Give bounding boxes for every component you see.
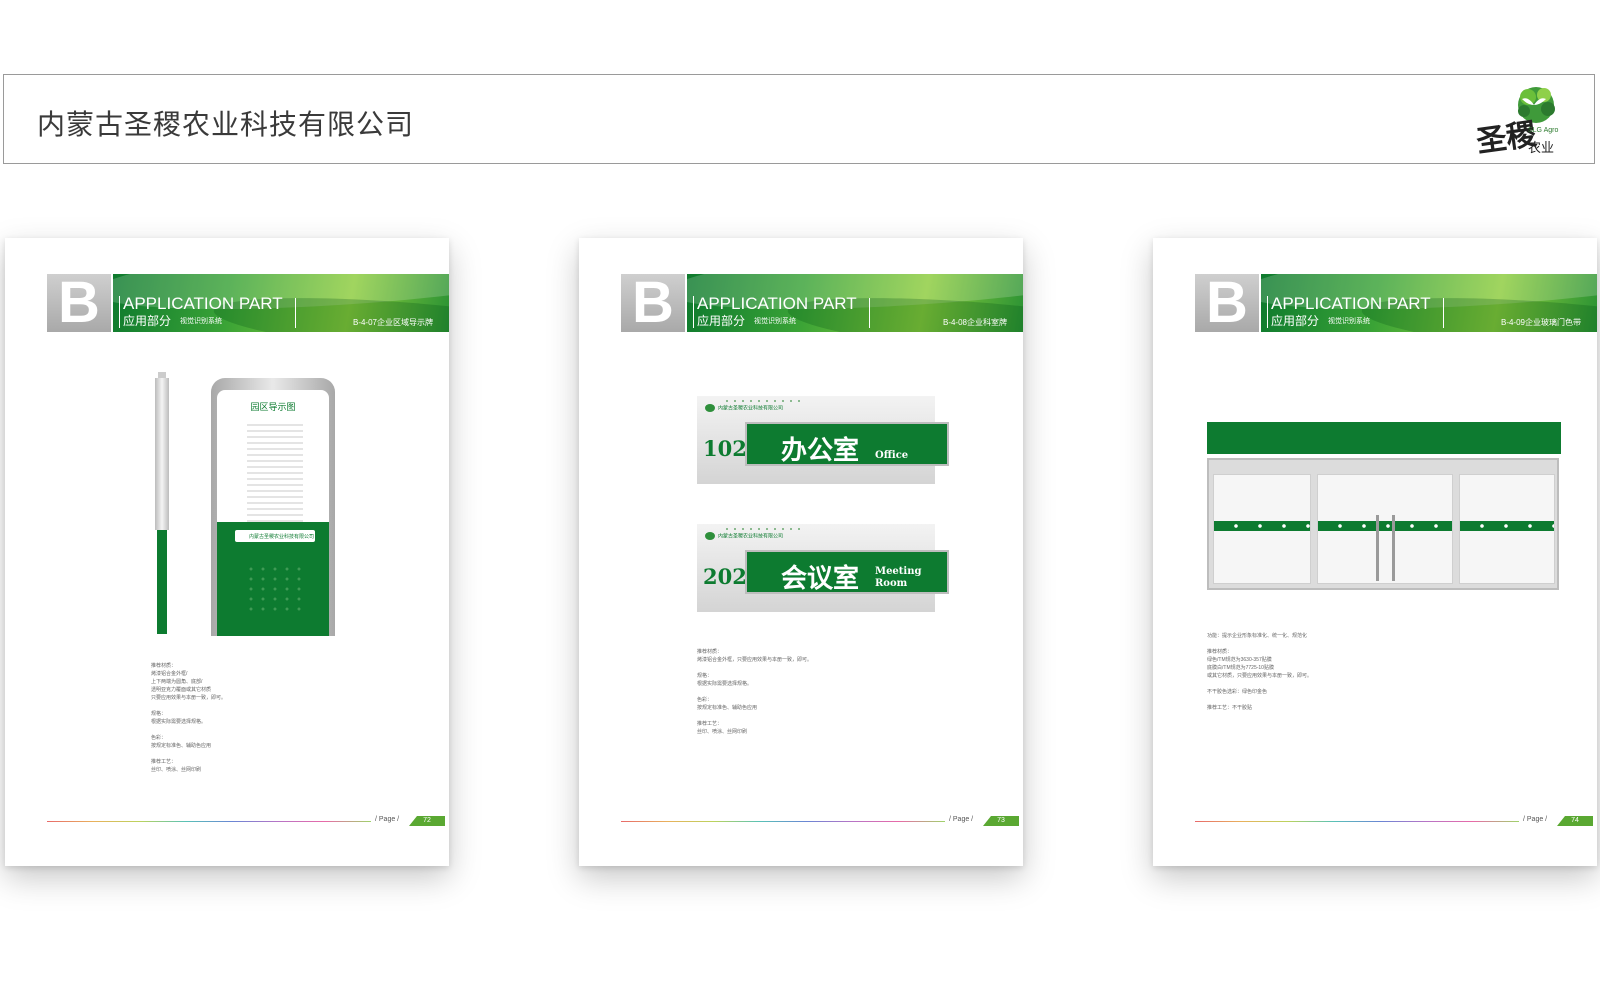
glass-door-illustration (1207, 458, 1559, 590)
room-sign-office: 内蒙古圣稷农业科技有限公司 102 办公室 Office (697, 396, 949, 484)
page-label: / Page / (375, 816, 400, 823)
page-number: 74 (1557, 816, 1593, 826)
page-label: / Page / (1523, 816, 1548, 823)
green-banner: APPLICATION PART 应用部分 视觉识别系统 B-4-08企业科室牌 (687, 274, 1023, 332)
manual-page-72: B APPLICATION PART 应用部分 视觉识别系统 B-4-07企业区… (5, 238, 449, 866)
page-header: B APPLICATION PART 应用部分 视觉识别系统 B-4-08企业科… (621, 274, 1023, 332)
vi-system-label: 视觉识别系统 (180, 318, 222, 325)
vi-system-label: 视觉识别系统 (754, 318, 796, 325)
section-code: B-4-07企业区域导示牌 (352, 318, 433, 327)
room-number: 102 (703, 436, 747, 461)
page-number: 72 (409, 816, 445, 826)
spec-notes: 推荐材质： 烤漆铝合金外框/ 上下两端为圆角、底部/ 透明亚克力覆面或其它材质 … (151, 663, 227, 773)
room-name-en: Office (875, 450, 909, 461)
sign-brand: 内蒙古圣稷农业科技有限公司 (705, 532, 783, 540)
board-brand-strip: 内蒙古圣稷农业科技有限公司 (235, 530, 315, 542)
sign-brand: 内蒙古圣稷农业科技有限公司 (705, 404, 783, 412)
logo-cn-text: 农业 (1528, 141, 1555, 156)
manual-page-73: B APPLICATION PART 应用部分 视觉识别系统 B-4-08企业科… (579, 238, 1023, 866)
logo-en-text: SLG Agro (1528, 127, 1559, 134)
company-name: 内蒙古圣稷农业科技有限公司 (37, 108, 415, 141)
page-label: / Page / (949, 816, 974, 823)
page-footer: / Page / 72 (47, 816, 445, 826)
glass-door-center (1317, 474, 1453, 584)
page-footer: / Page / 74 (1195, 816, 1593, 826)
green-banner: APPLICATION PART 应用部分 视觉识别系统 B-4-07企业区域导… (113, 274, 449, 332)
application-part-cn: 应用部分 (123, 314, 172, 328)
application-part-cn: 应用部分 (1271, 314, 1320, 328)
glass-panel-left (1213, 474, 1311, 584)
page-number: 73 (983, 816, 1019, 826)
section-badge: B (47, 274, 111, 332)
spec-notes: 推荐材质： 烤漆铝合金外框，只要应用效果与本册一致，即可。 规格： 根据实际需要… (697, 649, 813, 735)
green-banner: APPLICATION PART 应用部分 视觉识别系统 B-4-09企业玻璃门… (1261, 274, 1597, 332)
company-logo: 圣稷 SLG Agro 农业 (1474, 83, 1566, 160)
section-badge: B (1195, 274, 1259, 332)
room-sign-meeting: 内蒙古圣稷农业科技有限公司 202 会议室 Meeting Room (697, 524, 949, 612)
application-part-cn: 应用部分 (697, 314, 746, 328)
page-footer: / Page / 73 (621, 816, 1019, 826)
glass-panel-right (1459, 474, 1555, 584)
application-part-title: APPLICATION PART (1271, 294, 1431, 313)
room-name-cn: 会议室 (781, 564, 860, 594)
page-header: B APPLICATION PART 应用部分 视觉识别系统 B-4-07企业区… (47, 274, 449, 332)
room-name-cn: 办公室 (781, 436, 860, 466)
room-name-en: Meeting Room (875, 566, 922, 589)
site-map-graphic (247, 422, 303, 522)
section-badge: B (621, 274, 685, 332)
application-part-title: APPLICATION PART (697, 294, 857, 313)
manual-page-74: B APPLICATION PART 应用部分 视觉识别系统 B-4-09企业玻… (1153, 238, 1597, 866)
signpost-side-view (155, 372, 169, 634)
page-header: B APPLICATION PART 应用部分 视觉识别系统 B-4-09企业玻… (1195, 274, 1597, 332)
application-part-title: APPLICATION PART (123, 294, 283, 313)
spec-notes: 功能：提示企业形象标准化、统一化、规范化 推荐材质： 绿色/TM规范为3630-… (1207, 633, 1313, 711)
board-title: 园区导示图 (250, 402, 296, 412)
area-guide-board: 园区导示图 内蒙古圣稷农业科技有限公司 (211, 378, 335, 636)
dot-pattern (245, 564, 305, 614)
door-header-band (1207, 422, 1561, 454)
section-code: B-4-08企业科室牌 (942, 318, 1007, 327)
vi-system-label: 视觉识别系统 (1328, 318, 1370, 325)
board-brand-text: 内蒙古圣稷农业科技有限公司 (249, 534, 315, 540)
room-number: 202 (703, 564, 747, 589)
company-header-bar: 内蒙古圣稷农业科技有限公司 圣稷 SLG Agro 农业 (3, 74, 1595, 164)
section-code: B-4-09企业玻璃门色带 (1500, 318, 1581, 327)
